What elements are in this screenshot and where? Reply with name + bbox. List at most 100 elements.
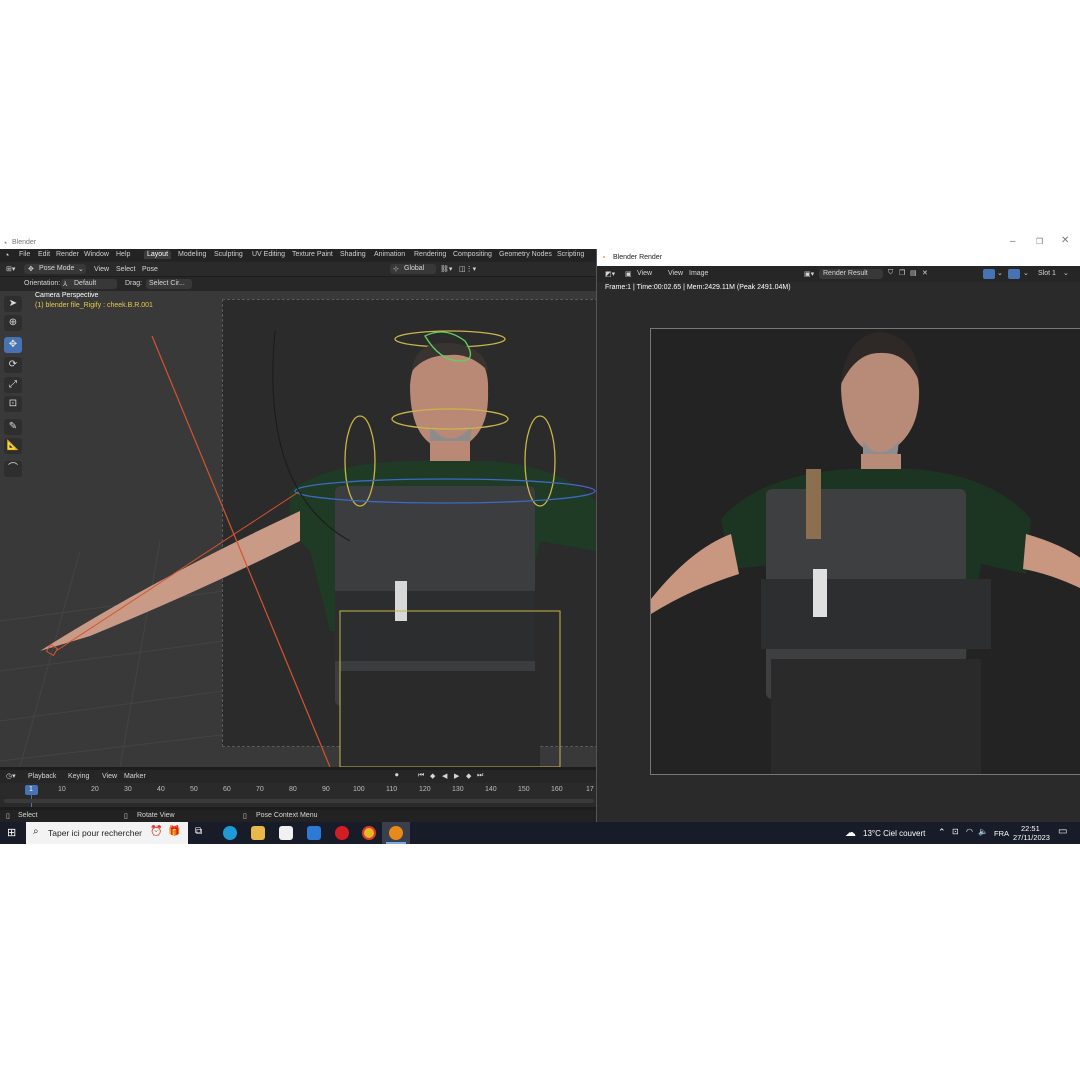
annotate-tool-icon[interactable]: ✎	[4, 419, 22, 435]
store-icon[interactable]	[279, 826, 293, 840]
render-menu-image[interactable]: Image	[689, 270, 708, 277]
menu-file[interactable]: File	[19, 251, 30, 258]
current-frame-indicator[interactable]: 1	[25, 785, 38, 795]
jump-end-icon[interactable]: ⏭	[477, 772, 483, 780]
orientation-settings-select[interactable]: ⅄ Default	[61, 279, 117, 289]
taskbar-search-box[interactable]: ⌕ Taper ici pour rechercher ⏰ 🎁	[26, 822, 188, 844]
jump-start-icon[interactable]: ⏮	[418, 772, 424, 780]
blender-logo-icon: ◔	[601, 253, 606, 262]
notifications-icon[interactable]: ▭	[1058, 826, 1067, 837]
file-explorer-icon[interactable]	[251, 826, 265, 840]
menu-edit[interactable]: Edit	[38, 251, 50, 258]
status-bar: ▯ Select ▯ Rotate View ▯ Pose Context Me…	[0, 810, 596, 822]
snap-icon[interactable]: ◫⋮▾	[459, 265, 476, 273]
mode-select[interactable]: ✥ Pose Mode ⌄	[24, 264, 86, 274]
transform-tool-icon[interactable]: ⊡	[4, 396, 22, 412]
new-image-icon[interactable]: ❐	[899, 269, 905, 277]
menu-render[interactable]: Render	[56, 251, 79, 258]
tab-shading[interactable]: Shading	[340, 251, 366, 258]
mail-icon[interactable]	[307, 826, 321, 840]
close-icon[interactable]: ✕	[1061, 235, 1069, 246]
prev-key-icon[interactable]: ◆	[430, 772, 435, 780]
tab-animation[interactable]: Animation	[374, 251, 405, 258]
show-hidden-icons[interactable]: ⌃	[938, 827, 946, 838]
minimize-icon[interactable]: –	[1010, 236, 1016, 247]
menu-pose[interactable]: Pose	[142, 266, 158, 273]
menu-window[interactable]: Window	[84, 251, 109, 258]
tab-texture-paint[interactable]: Texture Paint	[292, 251, 333, 258]
menu-help[interactable]: Help	[116, 251, 130, 258]
timeline-ruler[interactable]: 1 10 20 30 40 50 60 70 80 90 100 110 120…	[0, 783, 596, 807]
timeline-editor-icon[interactable]: ◷▾	[6, 772, 16, 780]
tab-geometry-nodes[interactable]: Geometry Nodes	[499, 251, 552, 258]
sample-tool-icon[interactable]	[983, 269, 995, 279]
tab-modeling[interactable]: Modeling	[178, 251, 206, 258]
editor-type-icon[interactable]: ⊞▾	[6, 265, 15, 273]
render-menu-view-2[interactable]: View	[668, 270, 683, 277]
menu-keying[interactable]: Keying	[68, 773, 89, 780]
language-indicator[interactable]: FRA	[994, 829, 1009, 838]
render-result-image[interactable]	[650, 328, 1080, 775]
tab-sculpting[interactable]: Sculpting	[214, 251, 243, 258]
weather-text[interactable]: 13°C Ciel couvert	[863, 829, 925, 838]
tab-uv-editing[interactable]: UV Editing	[252, 251, 285, 258]
drag-select[interactable]: Select Cir...	[146, 279, 192, 289]
scale-tool-icon[interactable]: ⤢	[4, 377, 22, 393]
render-menu-view-1[interactable]: View	[637, 270, 652, 277]
menu-select[interactable]: Select	[116, 266, 135, 273]
rotate-tool-icon[interactable]: ⟳	[4, 357, 22, 373]
opera-icon[interactable]	[335, 826, 349, 840]
image-browse-icon[interactable]: ▣▾	[804, 270, 814, 278]
viewport-header: ⊞▾ ✥ Pose Mode ⌄ View Select Pose ⊹ Glob…	[0, 262, 596, 276]
tab-scripting[interactable]: Scripting	[557, 251, 584, 258]
move-tool-icon[interactable]: ✥	[4, 337, 22, 353]
edge-icon[interactable]	[223, 826, 237, 840]
blender-taskbar-button[interactable]	[382, 822, 410, 844]
chevron-down-icon[interactable]: ⌄	[997, 269, 1003, 277]
tab-rendering[interactable]: Rendering	[414, 251, 446, 258]
menu-timeline-view[interactable]: View	[102, 773, 117, 780]
chevron-down-icon[interactable]: ⌄	[1023, 269, 1029, 277]
fake-user-icon[interactable]: ⛉	[888, 269, 893, 277]
image-name: Render Result	[823, 270, 868, 277]
pivot-icon[interactable]: ⛓▾	[440, 265, 452, 273]
image-editor-icon[interactable]: ◩▾	[605, 270, 615, 278]
menu-playback[interactable]: Playback	[28, 773, 56, 780]
status-rotate-view: Rotate View	[137, 812, 175, 819]
timeline-scrollbar[interactable]	[4, 799, 594, 803]
cursor-tool-icon[interactable]: ⊕	[4, 315, 22, 331]
next-key-icon[interactable]: ◆	[466, 772, 471, 780]
clock-date[interactable]: 27/11/2023	[1013, 833, 1050, 842]
volume-icon[interactable]: 🔈	[978, 827, 988, 836]
play-icon[interactable]: ▶	[454, 772, 459, 780]
blender-menu-icon[interactable]: ◔	[4, 250, 9, 260]
record-icon[interactable]: ⏺	[395, 772, 399, 780]
wifi-icon[interactable]: ◠	[966, 827, 973, 836]
select-tool-icon[interactable]: ➤	[4, 296, 22, 312]
windows-start-icon[interactable]: ⊞	[7, 826, 16, 839]
network-icon[interactable]: ⊡	[952, 827, 959, 836]
image-name-field[interactable]: Render Result	[819, 269, 883, 279]
tab-compositing[interactable]: Compositing	[453, 251, 492, 258]
transform-orientation-select[interactable]: ⊹ Global	[390, 264, 436, 274]
overlay-icon[interactable]	[1008, 269, 1020, 279]
open-image-icon[interactable]: ▤	[910, 269, 917, 277]
slot-select[interactable]: Slot 1	[1038, 270, 1056, 277]
restore-icon[interactable]: ❐	[1036, 237, 1043, 246]
chrome-icon[interactable]	[362, 826, 376, 840]
3d-viewport[interactable]: Camera Perspective (1) blender file_Rigi…	[0, 291, 596, 767]
rendered-character-image	[651, 329, 1080, 774]
axis-icon: ⅄	[63, 281, 68, 288]
tab-layout[interactable]: Layout	[144, 250, 172, 259]
play-reverse-icon[interactable]: ◀	[442, 772, 447, 780]
menu-marker[interactable]: Marker	[124, 773, 146, 780]
task-view-icon[interactable]: ⧉	[195, 826, 202, 837]
view-mode-icon[interactable]: ▣	[625, 270, 632, 278]
character-rig[interactable]	[0, 291, 596, 767]
clock-time[interactable]: 22:51	[1021, 824, 1040, 833]
relax-tool-icon[interactable]: ⌒	[4, 461, 22, 477]
menu-view[interactable]: View	[94, 266, 109, 273]
measure-tool-icon[interactable]: 📐	[4, 438, 22, 454]
mouse-middle-icon: ▯	[124, 813, 128, 820]
unlink-icon[interactable]: ✕	[922, 269, 928, 277]
